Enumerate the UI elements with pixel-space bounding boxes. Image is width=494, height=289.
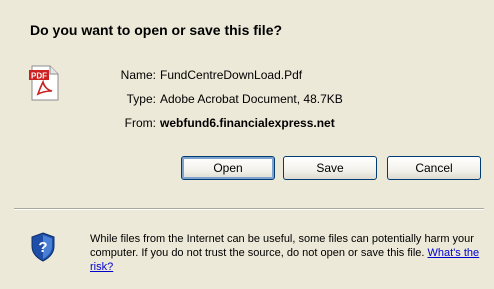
file-download-dialog: Do you want to open or save this file? P…	[0, 0, 494, 289]
file-source-row: From: webfund6.financialexpress.net	[92, 115, 335, 131]
file-name-value: FundCentreDownLoad.Pdf	[160, 68, 303, 82]
save-button[interactable]: Save	[283, 156, 377, 180]
cancel-button[interactable]: Cancel	[387, 156, 481, 180]
file-type-row: Type: Adobe Acrobat Document, 48.7KB	[92, 91, 343, 107]
dialog-title: Do you want to open or save this file?	[30, 22, 283, 38]
file-source-value: webfund6.financialexpress.net	[160, 116, 335, 130]
security-warning-text: While files from the Internet can be use…	[90, 233, 474, 259]
svg-text:?: ?	[38, 239, 47, 256]
svg-text:PDF: PDF	[31, 72, 47, 81]
file-type-value: Adobe Acrobat Document, 48.7KB	[160, 92, 343, 106]
security-warning: While files from the Internet can be use…	[90, 232, 486, 274]
pdf-file-icon: PDF	[28, 64, 60, 102]
shield-icon: ?	[30, 232, 56, 262]
file-source-label: From:	[124, 116, 156, 130]
separator	[14, 208, 484, 210]
file-type-label: Type:	[126, 92, 156, 106]
open-button[interactable]: Open	[181, 156, 275, 180]
file-name-label: Name:	[120, 68, 156, 82]
file-name-row: Name: FundCentreDownLoad.Pdf	[92, 67, 302, 83]
